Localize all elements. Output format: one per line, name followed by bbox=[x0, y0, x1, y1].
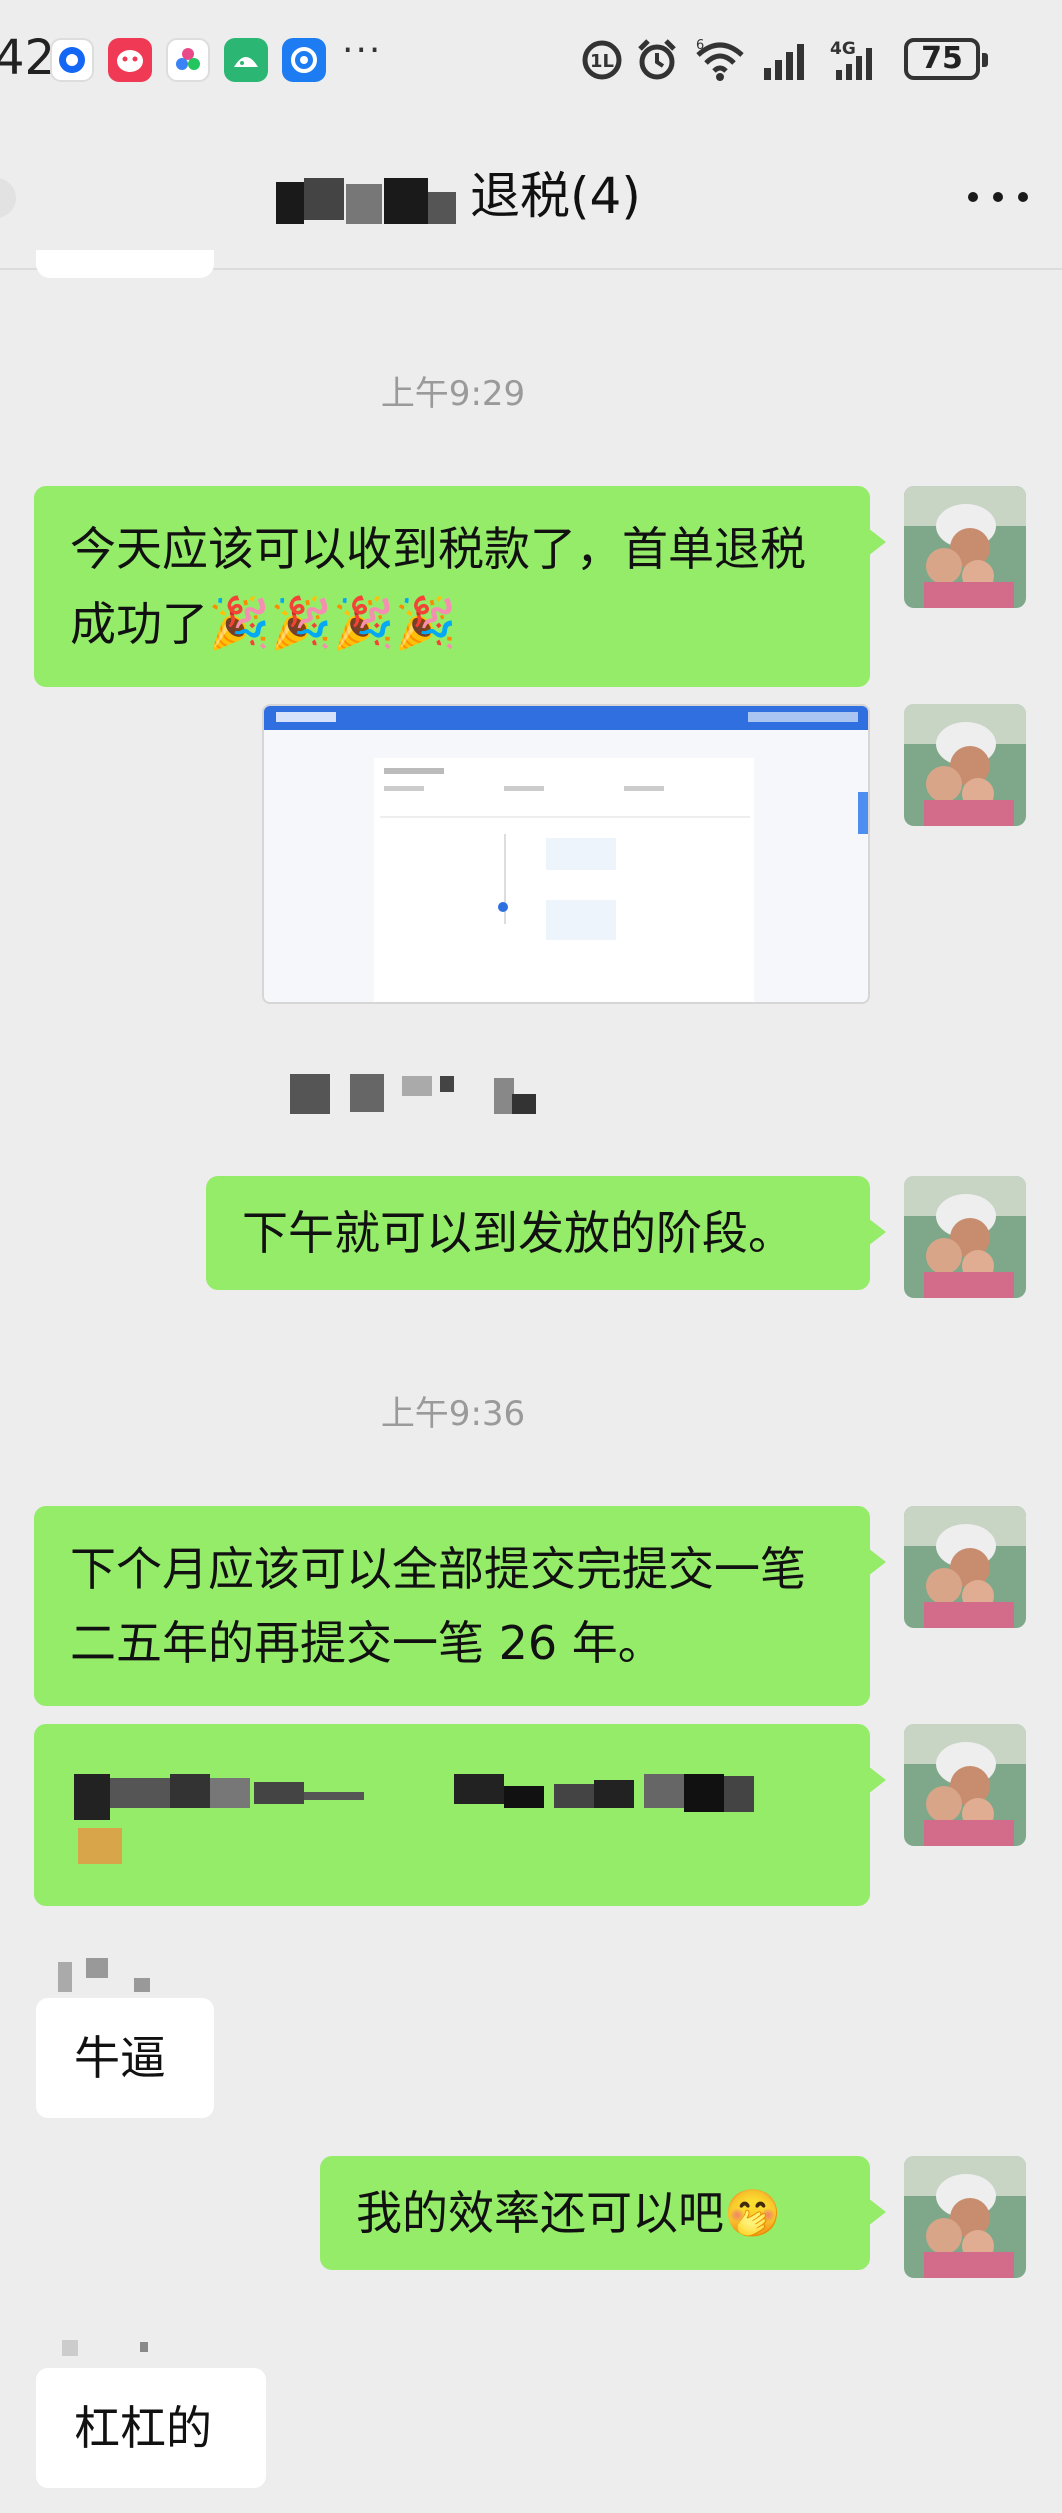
incoming-message-bubble[interactable]: 杠杠的 bbox=[36, 2368, 266, 2488]
dot-icon bbox=[993, 192, 1003, 202]
dot-icon bbox=[968, 192, 978, 202]
previous-message-bubble[interactable] bbox=[36, 250, 214, 278]
back-arrow-icon[interactable] bbox=[0, 178, 16, 218]
svg-text:1L: 1L bbox=[590, 51, 614, 72]
redacted-sender-name bbox=[56, 2334, 156, 2364]
chat-title: 退税(4) bbox=[470, 167, 641, 225]
colorful-app-icon bbox=[166, 38, 210, 82]
image-line bbox=[504, 786, 544, 791]
image-divider bbox=[380, 816, 750, 818]
image-line bbox=[624, 786, 664, 791]
dot-icon bbox=[1018, 192, 1028, 202]
status-bar: 42 ··· 1L 6 4G 75 bbox=[0, 0, 1062, 120]
image-logo bbox=[276, 712, 336, 722]
title-redacted-mosaic bbox=[276, 178, 476, 230]
redacted-message-mosaic bbox=[74, 1764, 834, 1874]
alarm-icon bbox=[634, 34, 680, 86]
more-options-button[interactable] bbox=[968, 190, 1028, 204]
outgoing-message-bubble[interactable]: 下午就可以到发放的阶段。 bbox=[206, 1176, 886, 1290]
message-text: 杠杠的 bbox=[74, 2401, 212, 2455]
image-content-card bbox=[374, 758, 754, 1002]
image-line bbox=[384, 786, 424, 791]
image-line bbox=[384, 768, 444, 774]
avatar[interactable] bbox=[904, 1724, 1026, 1846]
outgoing-message-bubble[interactable]: 下个月应该可以全部提交完提交一笔二五年的再提交一笔 26 年。 bbox=[34, 1506, 886, 1706]
message-text: 我的效率还可以吧 bbox=[356, 2186, 724, 2240]
svg-text:6: 6 bbox=[696, 38, 704, 53]
blue-swirl-app-icon bbox=[282, 38, 326, 82]
red-app-icon bbox=[108, 38, 152, 82]
message-text: 牛逼 bbox=[74, 2031, 166, 2085]
image-side-tab bbox=[858, 792, 868, 834]
overflow-dots: ··· bbox=[342, 30, 383, 71]
chat-title-bar: 退税(4) bbox=[0, 120, 1062, 270]
timestamp: 上午9:36 bbox=[380, 1394, 526, 1434]
image-header-text bbox=[748, 712, 858, 722]
incoming-message-bubble[interactable]: 牛逼 bbox=[36, 1998, 214, 2118]
battery-indicator: 75 bbox=[904, 38, 988, 80]
svg-text:4G: 4G bbox=[830, 39, 856, 59]
signal-icon bbox=[762, 34, 814, 86]
avatar[interactable] bbox=[904, 2156, 1026, 2278]
message-text: 下午就可以到发放的阶段。 bbox=[242, 1206, 794, 1260]
avatar[interactable] bbox=[904, 1176, 1026, 1298]
redacted-system-message bbox=[290, 1070, 550, 1116]
wifi-icon: 6 bbox=[692, 34, 748, 86]
hand-over-mouth-emoji: 🤭 bbox=[724, 2186, 782, 2240]
image-step-dot bbox=[498, 902, 508, 912]
outgoing-message-bubble-redacted[interactable] bbox=[34, 1724, 886, 1906]
outgoing-message-bubble[interactable]: 我的效率还可以吧🤭 bbox=[320, 2156, 886, 2270]
signal-4g-icon: 4G bbox=[828, 34, 888, 86]
avatar[interactable] bbox=[904, 486, 1026, 608]
timestamp: 上午9:29 bbox=[380, 374, 526, 414]
blue-circle-app-icon bbox=[50, 38, 94, 82]
message-text: 下个月应该可以全部提交完提交一笔二五年的再提交一笔 26 年。 bbox=[70, 1542, 806, 1670]
outgoing-message-bubble[interactable]: 今天应该可以收到税款了，首单退税成功了🎉🎉🎉🎉 bbox=[34, 486, 886, 687]
party-popper-emoji: 🎉🎉🎉🎉 bbox=[208, 594, 458, 652]
avatar[interactable] bbox=[904, 1506, 1026, 1628]
image-step-box bbox=[546, 838, 616, 870]
shared-screenshot-image[interactable] bbox=[262, 704, 870, 1004]
status-time: 42 bbox=[0, 30, 56, 86]
redacted-sender-name bbox=[50, 1956, 160, 1996]
data-saver-icon: 1L bbox=[580, 34, 624, 86]
avatar[interactable] bbox=[904, 704, 1026, 826]
image-step-box bbox=[546, 900, 616, 940]
green-app-icon bbox=[224, 38, 268, 82]
